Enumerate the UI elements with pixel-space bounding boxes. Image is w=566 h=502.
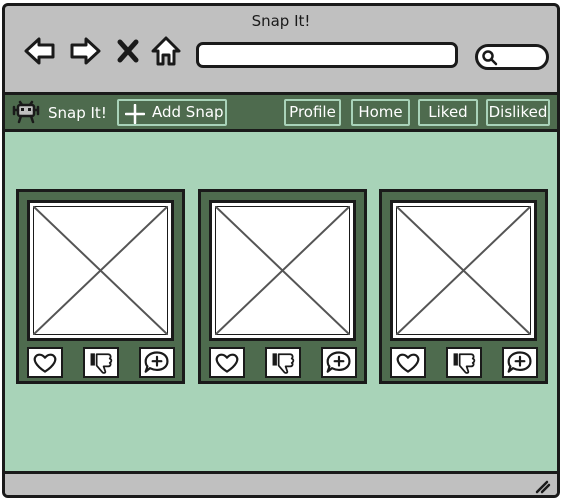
url-input[interactable] <box>196 42 458 68</box>
comment-add-icon[interactable] <box>321 347 357 378</box>
snap-card <box>16 189 185 384</box>
search-button[interactable] <box>475 44 549 70</box>
image-placeholder <box>209 200 356 341</box>
heart-icon[interactable] <box>27 347 63 378</box>
image-placeholder <box>27 200 174 341</box>
dislike-icon[interactable] <box>265 347 301 378</box>
add-snap-button[interactable]: Add Snap <box>117 99 227 126</box>
browser-window: Snap It! Snap It! Add Snap Profile Home … <box>2 3 560 498</box>
snap-card <box>379 189 548 384</box>
snap-card <box>198 189 367 384</box>
heart-icon[interactable] <box>209 347 245 378</box>
home-icon[interactable] <box>150 34 182 68</box>
search-icon <box>482 50 498 66</box>
dislike-icon[interactable] <box>446 347 482 378</box>
image-placeholder <box>390 200 537 341</box>
window-title: Snap It! <box>251 12 311 30</box>
close-x-icon[interactable] <box>115 34 141 68</box>
status-bar <box>5 471 557 495</box>
heart-icon[interactable] <box>390 347 426 378</box>
add-snap-label: Add Snap <box>152 103 224 121</box>
snap-feed <box>5 132 557 471</box>
plus-icon <box>125 104 145 124</box>
brand-name: Snap It! <box>48 104 107 122</box>
nav-profile[interactable]: Profile <box>284 99 341 126</box>
dislike-icon[interactable] <box>83 347 119 378</box>
app-nav-bar: Snap It! Add Snap Profile Home Liked Dis… <box>5 92 557 132</box>
comment-add-icon[interactable] <box>139 347 175 378</box>
robot-bug-icon <box>12 100 40 124</box>
nav-disliked[interactable]: Disliked <box>486 99 550 126</box>
nav-liked[interactable]: Liked <box>418 99 478 126</box>
forward-arrow-icon[interactable] <box>68 34 102 68</box>
nav-home[interactable]: Home <box>351 99 410 126</box>
back-arrow-icon[interactable] <box>23 34 57 68</box>
resize-grip-icon[interactable] <box>533 476 551 494</box>
comment-add-icon[interactable] <box>502 347 538 378</box>
